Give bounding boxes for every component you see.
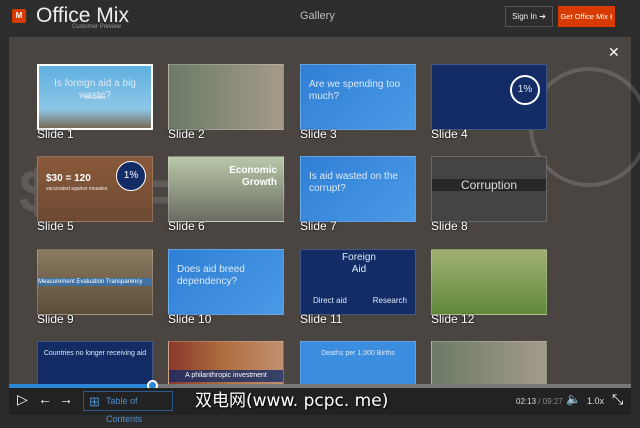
sign-in-label: Sign In <box>512 12 537 21</box>
slide-label: Slide 9 <box>37 312 74 326</box>
slide-thumbnail[interactable] <box>431 249 547 315</box>
slide-label: Slide 4 <box>431 127 468 141</box>
slide-thumbnail-text: $30 = 120 <box>46 173 91 184</box>
slide-label: Slide 12 <box>431 312 475 326</box>
top-bar: M Office Mix Customer Preview Gallery Si… <box>0 0 640 37</box>
slide-thumbnail[interactable] <box>168 64 284 130</box>
slide-thumbnail-text: Are we spending too much? <box>309 79 401 102</box>
slide-thumbnail[interactable]: Economic Growth <box>168 156 284 222</box>
slide-thumbnail-subtext: Bill Gates <box>84 95 106 101</box>
close-icon[interactable]: ✕ <box>608 44 620 61</box>
slide-thumbnail-text: Deaths per 1,000 Births <box>321 350 395 357</box>
get-mix-label: Get Office Mix <box>560 12 608 21</box>
current-time: 02:13 <box>516 397 537 406</box>
slide-label: Slide 8 <box>431 219 468 233</box>
app-subtitle: Customer Preview <box>72 24 122 30</box>
volume-icon[interactable]: 🔈 <box>566 392 581 406</box>
slide-label: Slide 6 <box>168 219 205 233</box>
slide-thumbnail-text: Measurement Evaluation Transparency <box>38 278 152 286</box>
slide-thumbnail[interactable]: Deaths per 1,000 Births <box>300 341 416 385</box>
time-display: 02:13 / 09:27 <box>516 397 563 406</box>
slide-label: Slide 3 <box>300 127 337 141</box>
slide-label: Slide 11 <box>300 312 343 326</box>
playback-speed[interactable]: 1.0x <box>587 396 604 406</box>
slide-thumbnail[interactable]: A philanthropic investment <box>168 341 284 385</box>
slide-thumbnail-subtext: vaccinated against measles <box>46 186 108 192</box>
slide-thumbnail[interactable]: Measurement Evaluation Transparency <box>37 249 153 315</box>
slide-label: Slide 5 <box>37 219 74 233</box>
total-time: 09:27 <box>542 397 563 406</box>
slide-label: Slide 1 <box>37 127 74 141</box>
slide-label: Slide 7 <box>300 219 337 233</box>
time-separator: / <box>536 397 543 406</box>
next-arrow-icon[interactable]: → <box>59 391 73 407</box>
sign-in-button[interactable]: Sign In ➔ <box>505 6 553 27</box>
slide-thumbnail-text: 1% <box>510 75 540 105</box>
fullscreen-icon[interactable]: ⤡ <box>612 391 623 408</box>
slide-thumbnail-text: Economic Growth <box>229 165 277 188</box>
slide-thumbnail-text: Is aid wasted on the corrupt? <box>309 171 398 194</box>
diagram-label: Direct aid <box>313 296 347 305</box>
arrow-right-icon: ➔ <box>539 12 546 21</box>
slide-thumbnail[interactable]: $30 = 120 vaccinated against measles 1% <box>37 156 153 222</box>
gallery-link[interactable]: Gallery <box>300 10 335 22</box>
slide-thumbnail[interactable]: Countries no longer receiving aid <box>37 341 153 385</box>
slide-thumbnail[interactable]: 1% <box>431 64 547 130</box>
slide-thumbnail[interactable]: Are we spending too much? <box>300 64 416 130</box>
slide-thumbnail[interactable]: Foreign Aid Direct aid Research <box>300 249 416 315</box>
play-icon[interactable]: ▷ <box>17 391 28 408</box>
slide-thumbnail[interactable]: Is foreign aid a big waste? Bill Gates <box>37 64 153 130</box>
slide-thumbnail-text: Countries no longer receiving aid <box>43 350 147 357</box>
grid-icon: ⊞ <box>89 394 100 409</box>
slide-thumbnail[interactable]: Is aid wasted on the corrupt? <box>300 156 416 222</box>
previous-arrow-icon[interactable]: ← <box>38 391 52 407</box>
slide-thumbnail-text: Does aid breed dependency? <box>177 264 245 287</box>
get-office-mix-button[interactable]: Get Office Mix ⭳ <box>558 6 615 27</box>
slide-label: Slide 10 <box>168 312 212 326</box>
slide-thumbnail-text: Foreign Aid <box>342 252 376 275</box>
slide-thumbnail[interactable]: Corruption <box>431 156 547 222</box>
watermark: 双电网(www. pcpc. me) <box>195 391 389 411</box>
percent-badge: 1% <box>116 161 146 191</box>
slide-thumbnail-text: Corruption <box>432 179 546 191</box>
slide-thumbnail-text: A philanthropic investment <box>169 370 283 382</box>
office-mix-logo-icon[interactable]: M <box>12 9 26 23</box>
download-icon: ⭳ <box>609 12 613 21</box>
diagram-label: Research <box>372 296 407 305</box>
table-of-contents-button[interactable]: ⊞ Table of Contents <box>83 391 173 424</box>
slide-thumbnail[interactable]: Does aid breed dependency? <box>168 249 284 315</box>
slide-label: Slide 2 <box>168 127 205 141</box>
slide-thumbnail[interactable] <box>431 341 547 385</box>
